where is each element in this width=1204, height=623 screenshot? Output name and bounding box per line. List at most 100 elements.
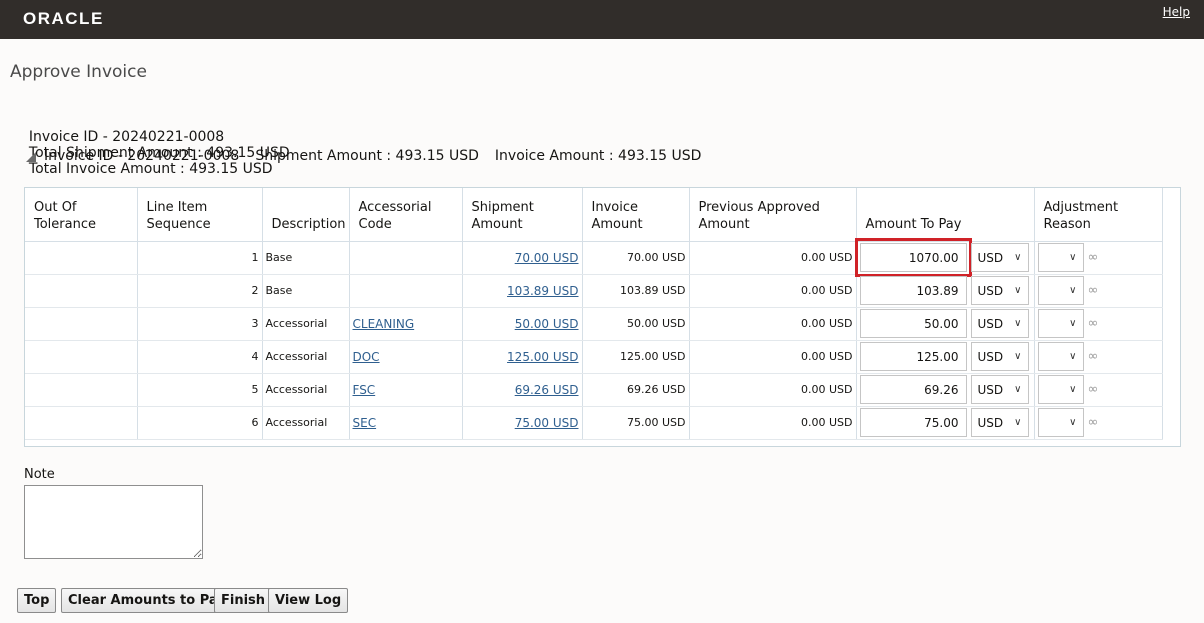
amount-to-pay-input[interactable] [854,238,972,277]
col-amount-to-pay[interactable]: Amount To Pay [856,188,1035,242]
amount-to-pay-cell: USD ∨ [856,307,1035,341]
glasses-icon[interactable]: ∞ [1088,382,1099,397]
adjustment-reason-cell: ∨ ∞ [1034,307,1163,341]
glasses-icon[interactable]: ∞ [1088,349,1099,364]
col-accessorial-code[interactable]: Accessorial Code [349,188,463,242]
oracle-logo: ORACLE [23,9,104,28]
chevron-down-icon: ∨ [1014,252,1022,263]
col-invoice-amount[interactable]: Invoice Amount [582,188,690,242]
sequence-cell: 6 [137,406,263,440]
col-description[interactable]: Description [262,188,350,242]
chevron-down-icon: ∨ [1069,318,1077,329]
shipment-amount-link[interactable]: 69.26 USD [515,383,579,397]
glasses-icon[interactable]: ∞ [1088,415,1099,430]
page-title: Approve Invoice [10,62,147,82]
glasses-icon[interactable]: ∞ [1088,250,1099,265]
shipment-amount-cell: 70.00 USD [462,241,583,275]
col-adjustment-reason[interactable]: Adjustment Reason [1034,188,1163,242]
top-button[interactable]: Top [17,588,57,613]
note-textarea[interactable] [24,485,203,559]
out-of-tolerance-cell [25,241,138,275]
amount-to-pay-cell: USD ∨ [856,373,1035,407]
amount-to-pay-input[interactable] [859,276,967,305]
previous-approved-cell: 0.00 USD [689,340,857,374]
accessorial-code-link[interactable]: DOC [353,350,380,364]
col-previous-approved-amount[interactable]: Previous Approved Amount [689,188,857,242]
accessorial-code-link[interactable]: CLEANING [353,317,415,331]
currency-select[interactable]: USD ∨ [970,276,1029,305]
invoice-amount-cell: 103.89 USD [582,274,690,308]
shipment-amount-link[interactable]: 70.00 USD [515,251,579,265]
invoice-summary: Invoice ID - 20240221-0008 Total Shipmen… [20,113,306,177]
accessorial-code-cell [349,241,463,275]
chevron-down-icon: ∨ [1014,417,1022,428]
table-row: 3 Accessorial CLEANING 50.00 USD 50.00 U… [25,307,1163,341]
shipment-amount-link[interactable]: 103.89 USD [507,284,578,298]
table-row: 6 Accessorial SEC 75.00 USD 75.00 USD 0.… [25,406,1163,440]
currency-value: USD [977,382,1004,397]
amount-to-pay-input[interactable] [859,342,967,371]
chevron-down-icon: ∨ [1069,285,1077,296]
summary-invoice-id: Invoice ID - 20240221-0008 [28,129,225,145]
help-link[interactable]: Help [1163,5,1190,19]
col-out-of-tolerance[interactable]: Out Of Tolerance [25,188,138,242]
adjustment-reason-select[interactable]: ∨ [1037,342,1084,371]
currency-value: USD [977,415,1004,430]
amount-to-pay-input[interactable] [859,408,967,437]
adjustment-reason-cell: ∨ ∞ [1034,406,1163,440]
table-header-row: Out Of Tolerance Line Item Sequence Desc… [25,188,1163,242]
description-cell: Accessorial [262,373,350,407]
shipment-amount-cell: 125.00 USD [462,340,583,374]
previous-approved-cell: 0.00 USD [689,373,857,407]
shipment-amount-cell: 103.89 USD [462,274,583,308]
description-cell: Accessorial [262,307,350,341]
col-line-item-sequence[interactable]: Line Item Sequence [137,188,263,242]
currency-select[interactable]: USD ∨ [970,342,1029,371]
chevron-down-icon: ∨ [1014,318,1022,329]
clear-amounts-button[interactable]: Clear Amounts to Pay [61,588,233,613]
invoice-lines-table: Out Of Tolerance Line Item Sequence Desc… [24,187,1181,447]
table-row: 5 Accessorial FSC 69.26 USD 69.26 USD 0.… [25,373,1163,407]
subheader-invoice-amount: Invoice Amount : 493.15 USD [494,148,702,164]
view-log-button[interactable]: View Log [268,588,349,613]
adjustment-reason-select[interactable]: ∨ [1037,276,1084,305]
amount-to-pay-cell: USD ∨ [854,238,1035,277]
accessorial-code-link[interactable]: FSC [353,383,376,397]
accessorial-code-cell: DOC [349,340,463,374]
accessorial-code-link[interactable]: SEC [353,416,377,430]
previous-approved-cell: 0.00 USD [689,274,857,308]
adjustment-reason-select[interactable]: ∨ [1037,309,1084,338]
description-cell: Accessorial [262,406,350,440]
amount-to-pay-input[interactable] [859,309,967,338]
shipment-amount-cell: 69.26 USD [462,373,583,407]
chevron-down-icon: ∨ [1069,351,1077,362]
finish-button[interactable]: Finish [214,588,273,613]
currency-select[interactable]: USD ∨ [970,243,1029,272]
table-row: 2 Base 103.89 USD 103.89 USD 0.00 USD US… [25,274,1163,308]
adjustment-reason-select[interactable]: ∨ [1037,375,1084,404]
description-cell: Accessorial [262,340,350,374]
collapse-triangle-icon[interactable] [26,152,36,162]
shipment-amount-link[interactable]: 75.00 USD [515,416,579,430]
shipment-amount-link[interactable]: 50.00 USD [515,317,579,331]
adjustment-reason-select[interactable]: ∨ [1037,408,1084,437]
currency-value: USD [977,283,1004,298]
shipment-amount-link[interactable]: 125.00 USD [507,350,578,364]
amount-to-pay-input[interactable] [859,375,967,404]
sequence-cell: 5 [137,373,263,407]
currency-value: USD [977,250,1004,265]
currency-select[interactable]: USD ∨ [970,375,1029,404]
adjustment-reason-select[interactable]: ∨ [1037,243,1084,272]
accessorial-code-cell: SEC [349,406,463,440]
col-shipment-amount[interactable]: Shipment Amount [462,188,583,242]
currency-select[interactable]: USD ∨ [970,309,1029,338]
out-of-tolerance-cell [25,307,138,341]
note-label: Note [24,467,55,482]
shipment-amount-cell: 50.00 USD [462,307,583,341]
glasses-icon[interactable]: ∞ [1088,316,1099,331]
currency-select[interactable]: USD ∨ [970,408,1029,437]
sequence-cell: 2 [137,274,263,308]
glasses-icon[interactable]: ∞ [1088,283,1099,298]
invoice-amount-cell: 69.26 USD [582,373,690,407]
shipment-subheader: Invoice ID - 20240221-0008 Shipment Amou… [26,148,717,164]
